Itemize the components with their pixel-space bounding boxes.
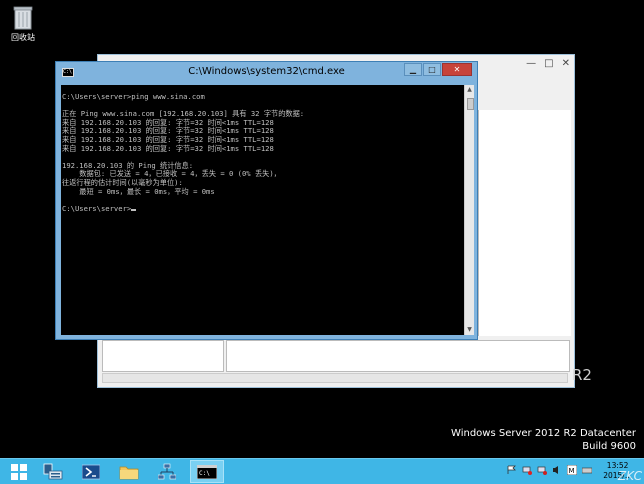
taskbar-powershell[interactable] [74, 460, 108, 483]
svg-text:M: M [569, 467, 575, 475]
recycle-bin-icon [12, 4, 34, 30]
start-button[interactable] [2, 460, 36, 483]
tray-flag-icon[interactable] [507, 465, 517, 475]
taskbar: C:\ M 13:52 2015/... ZKC [0, 458, 644, 484]
scroll-down-arrow-icon[interactable]: ▼ [465, 325, 474, 335]
os-name: Windows Server 2012 R2 Datacenter [451, 428, 636, 439]
os-build: Build 9600 [582, 441, 636, 452]
cmd-minimize-button[interactable]: ▁ [404, 63, 422, 76]
windows-logo-icon [11, 463, 27, 480]
taskbar-network[interactable] [150, 460, 184, 483]
cmd-titlebar[interactable]: C:\ C:\Windows\system32\cmd.exe ▁ □ ✕ [56, 62, 477, 82]
cmd-close-button[interactable]: ✕ [442, 63, 472, 76]
watermark-text: ZKC [617, 469, 642, 483]
tray-network-warning-icon[interactable] [522, 465, 532, 475]
background-window-controls: — □ ✕ [526, 58, 570, 69]
tray-keyboard-icon[interactable] [581, 465, 593, 475]
taskbar-cmd[interactable]: C:\ [190, 460, 224, 483]
tray-volume-icon[interactable] [552, 465, 562, 475]
bg-close-button[interactable]: ✕ [562, 58, 570, 69]
desktop: 回收站 — □ ✕ R2 C:\ C:\Windows\system32\cmd… [0, 0, 644, 484]
taskbar-server-manager[interactable] [36, 460, 70, 483]
cmd-window[interactable]: C:\ C:\Windows\system32\cmd.exe ▁ □ ✕ C:… [55, 61, 478, 340]
os-version-info: Windows Server 2012 R2 Datacenter Build … [451, 427, 636, 453]
bg-window-bottom-left-pane [102, 340, 224, 372]
bg-minimize-button[interactable]: — [526, 58, 536, 69]
bg-window-bottom-right-pane [226, 340, 570, 372]
bg-window-horizontal-scrollbar[interactable] [102, 373, 568, 383]
recycle-bin-label: 回收站 [11, 33, 35, 42]
r2-text-fragment: R2 [572, 366, 592, 384]
cmd-window-controls: ▁ □ ✕ [403, 63, 472, 76]
scroll-up-arrow-icon[interactable]: ▲ [465, 85, 474, 95]
tray-network-status-icon[interactable] [537, 465, 547, 475]
bg-window-side-pane [478, 110, 571, 336]
network-icon [158, 463, 176, 479]
command-prompt-icon: C:\ [197, 464, 217, 479]
console-text: C:\Users\server>ping www.sina.com 正在 Pin… [62, 92, 305, 213]
folder-icon [119, 466, 139, 479]
tray-input-method-icon[interactable]: M [566, 464, 578, 476]
cmd-maximize-button[interactable]: □ [423, 63, 441, 76]
svg-text:C:\: C:\ [199, 470, 210, 477]
bg-maximize-button[interactable]: □ [544, 58, 553, 69]
server-manager-icon [43, 463, 63, 479]
console-cursor [131, 208, 137, 211]
scroll-thumb[interactable] [467, 98, 474, 110]
cmd-vertical-scrollbar[interactable]: ▲ ▼ [464, 85, 474, 335]
recycle-bin[interactable]: 回收站 [4, 4, 42, 43]
console-output[interactable]: C:\Users\server>ping www.sina.com 正在 Pin… [61, 85, 464, 335]
system-tray: M [507, 464, 593, 476]
taskbar-file-explorer[interactable] [112, 460, 146, 483]
powershell-icon [82, 464, 100, 479]
